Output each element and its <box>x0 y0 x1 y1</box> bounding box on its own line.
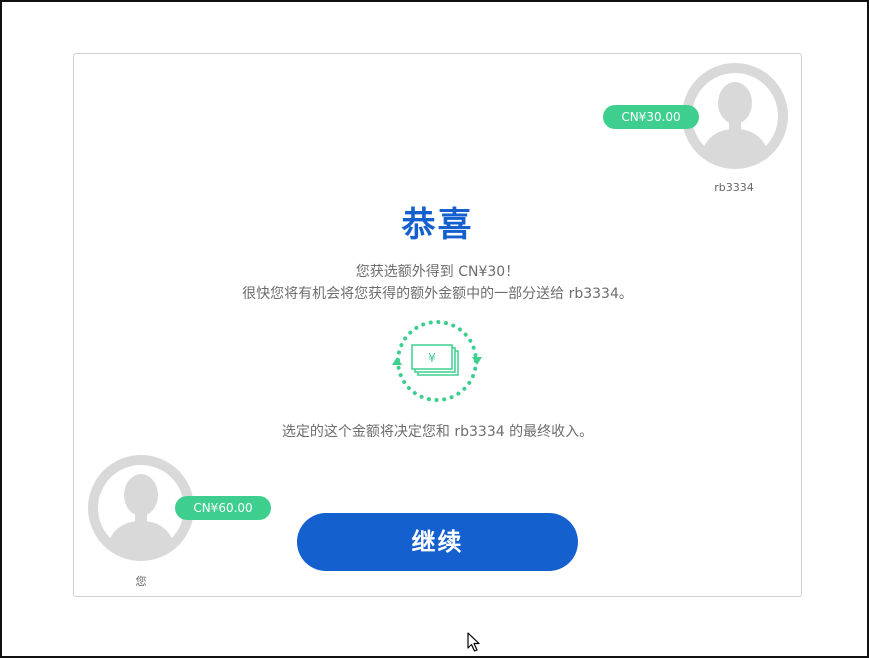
result-card: rb3334 CN¥30.00 恭喜 您获选额外得到 CN¥30！ 很快您将有机… <box>73 53 802 597</box>
partner-name: rb3334 <box>714 181 754 194</box>
money-exchange-icon: ¥ <box>392 315 482 407</box>
svg-text:¥: ¥ <box>428 351 436 365</box>
transfer-message: 很快您将有机会将您获得的额外金额中的一部分送给 rb3334。 <box>242 286 633 302</box>
bonus-message: 您获选额外得到 CN¥30！ <box>355 264 520 280</box>
mouse-cursor-icon <box>467 632 481 652</box>
continue-button[interactable]: 继续 <box>297 513 578 571</box>
outcome-message: 选定的这个金额将决定您和 rb3334 的最终收入。 <box>281 424 594 440</box>
partner-amount-badge: CN¥30.00 <box>603 105 699 129</box>
window-frame: rb3334 CN¥30.00 恭喜 您获选额外得到 CN¥30！ 很快您将有机… <box>0 0 869 658</box>
self-name: 您 <box>135 575 147 588</box>
page-title: 恭喜 <box>401 205 474 245</box>
self-amount-badge: CN¥60.00 <box>175 496 271 520</box>
